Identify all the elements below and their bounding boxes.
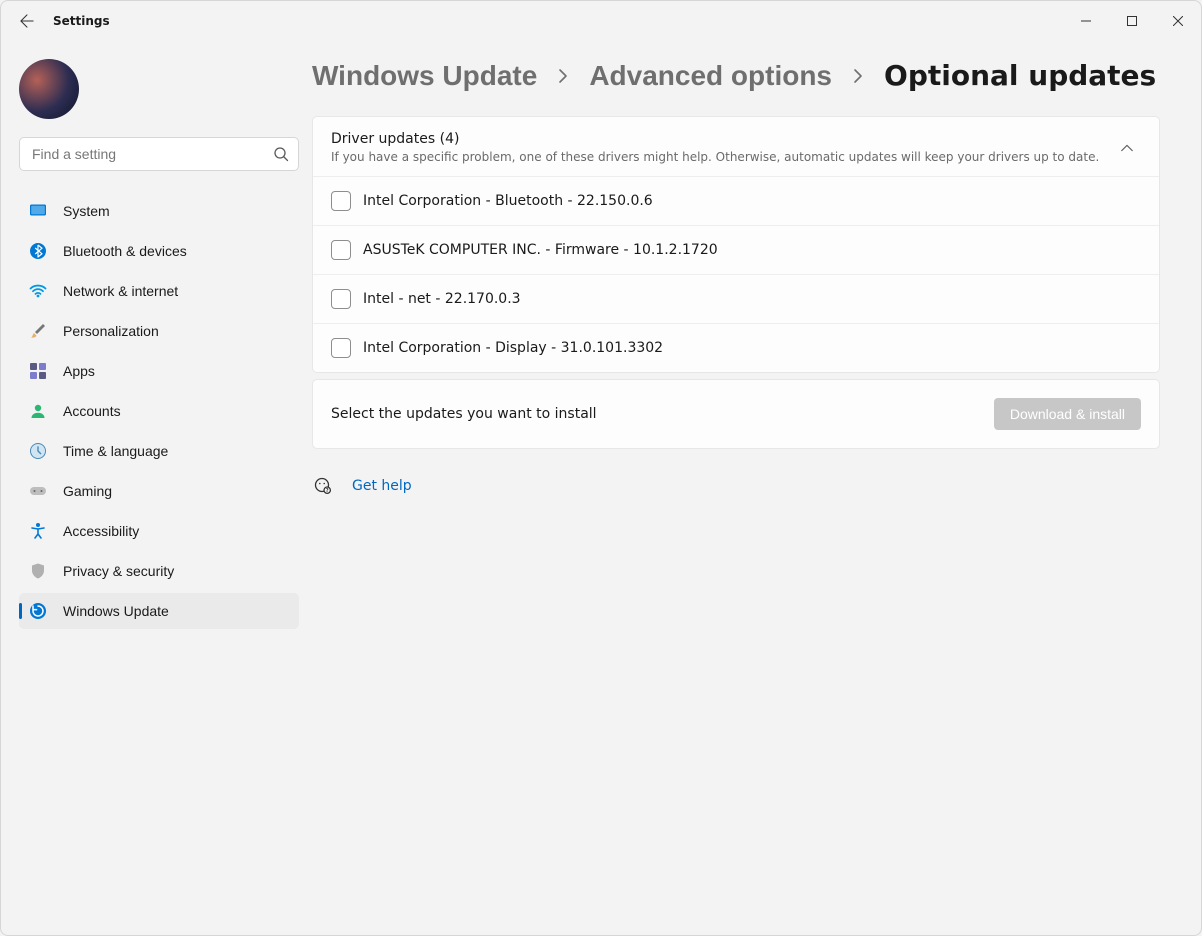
sidebar-item-label: Gaming xyxy=(63,483,112,499)
get-help-link[interactable]: Get help xyxy=(352,478,412,494)
maximize-button[interactable] xyxy=(1109,5,1155,37)
sidebar-item-label: Windows Update xyxy=(63,603,169,619)
driver-item: Intel - net - 22.170.0.3 xyxy=(313,274,1159,323)
sidebar-item-label: Personalization xyxy=(63,323,159,339)
driver-checkbox[interactable] xyxy=(331,240,351,260)
driver-updates-card: Driver updates (4) If you have a specifi… xyxy=(312,116,1160,373)
driver-label: Intel Corporation - Bluetooth - 22.150.0… xyxy=(363,193,653,209)
sidebar-item-windows-update[interactable]: Windows Update xyxy=(19,593,299,629)
person-icon xyxy=(29,402,47,420)
driver-updates-title: Driver updates (4) xyxy=(331,131,1099,147)
wifi-icon xyxy=(29,282,47,300)
sidebar-item-personalization[interactable]: Personalization xyxy=(19,313,299,349)
avatar xyxy=(19,59,79,119)
settings-window: Settings System xyxy=(0,0,1202,936)
profile-block[interactable] xyxy=(19,51,301,137)
minimize-button[interactable] xyxy=(1063,5,1109,37)
driver-label: ASUSTeK COMPUTER INC. - Firmware - 10.1.… xyxy=(363,242,718,258)
update-icon xyxy=(29,602,47,620)
gamepad-icon xyxy=(29,482,47,500)
sidebar-item-label: Network & internet xyxy=(63,283,178,299)
app-body: System Bluetooth & devices Network & int… xyxy=(1,41,1201,935)
display-icon xyxy=(29,202,47,220)
driver-updates-header-text: Driver updates (4) If you have a specifi… xyxy=(331,131,1099,164)
chevron-up-icon xyxy=(1117,138,1137,158)
driver-item: Intel Corporation - Display - 31.0.101.3… xyxy=(313,323,1159,372)
driver-checkbox[interactable] xyxy=(331,338,351,358)
driver-updates-subtitle: If you have a specific problem, one of t… xyxy=(331,150,1099,164)
titlebar: Settings xyxy=(1,1,1201,41)
sidebar-item-label: Time & language xyxy=(63,443,168,459)
driver-item: ASUSTeK COMPUTER INC. - Firmware - 10.1.… xyxy=(313,225,1159,274)
minimize-icon xyxy=(1081,16,1091,26)
sidebar-item-apps[interactable]: Apps xyxy=(19,353,299,389)
chevron-right-icon xyxy=(555,68,571,84)
search-icon xyxy=(273,146,289,162)
main-stack: Windows Update Advanced options Optional… xyxy=(312,59,1160,495)
sidebar: System Bluetooth & devices Network & int… xyxy=(1,41,309,935)
paintbrush-icon xyxy=(29,322,47,340)
sidebar-item-system[interactable]: System xyxy=(19,193,299,229)
help-row: ? Get help xyxy=(312,477,1160,495)
sidebar-item-label: Accessibility xyxy=(63,523,139,539)
driver-checkbox[interactable] xyxy=(331,191,351,211)
accessibility-icon xyxy=(29,522,47,540)
clock-icon xyxy=(29,442,47,460)
driver-label: Intel Corporation - Display - 31.0.101.3… xyxy=(363,340,663,356)
breadcrumb: Windows Update Advanced options Optional… xyxy=(312,59,1160,92)
sidebar-item-label: Privacy & security xyxy=(63,563,174,579)
sidebar-item-label: Bluetooth & devices xyxy=(63,243,187,259)
install-message: Select the updates you want to install xyxy=(331,406,597,422)
sidebar-item-time-language[interactable]: Time & language xyxy=(19,433,299,469)
sidebar-item-network[interactable]: Network & internet xyxy=(19,273,299,309)
driver-checkbox[interactable] xyxy=(331,289,351,309)
content: Windows Update Advanced options Optional… xyxy=(309,41,1201,935)
window-title: Settings xyxy=(53,14,110,28)
maximize-icon xyxy=(1127,16,1137,26)
sidebar-item-accessibility[interactable]: Accessibility xyxy=(19,513,299,549)
breadcrumb-windows-update[interactable]: Windows Update xyxy=(312,60,537,92)
window-controls xyxy=(1063,5,1201,37)
sidebar-item-label: Apps xyxy=(63,363,95,379)
sidebar-item-gaming[interactable]: Gaming xyxy=(19,473,299,509)
back-button[interactable] xyxy=(15,9,39,33)
help-icon: ? xyxy=(314,477,332,495)
titlebar-left: Settings xyxy=(15,9,110,33)
sidebar-item-label: Accounts xyxy=(63,403,121,419)
svg-text:?: ? xyxy=(326,488,329,494)
driver-item: Intel Corporation - Bluetooth - 22.150.0… xyxy=(313,176,1159,225)
sidebar-item-bluetooth[interactable]: Bluetooth & devices xyxy=(19,233,299,269)
sidebar-item-privacy[interactable]: Privacy & security xyxy=(19,553,299,589)
sidebar-item-label: System xyxy=(63,203,110,219)
close-button[interactable] xyxy=(1155,5,1201,37)
close-icon xyxy=(1173,16,1183,26)
sidebar-item-accounts[interactable]: Accounts xyxy=(19,393,299,429)
shield-icon xyxy=(29,562,47,580)
driver-label: Intel - net - 22.170.0.3 xyxy=(363,291,521,307)
bluetooth-icon xyxy=(29,242,47,260)
chevron-right-icon xyxy=(850,68,866,84)
nav-list: System Bluetooth & devices Network & int… xyxy=(19,193,301,629)
apps-icon xyxy=(29,362,47,380)
search-input[interactable] xyxy=(19,137,299,171)
download-install-button[interactable]: Download & install xyxy=(994,398,1141,430)
search-wrap xyxy=(19,137,299,171)
breadcrumb-advanced-options[interactable]: Advanced options xyxy=(589,60,832,92)
arrow-left-icon xyxy=(20,14,34,28)
install-footer: Select the updates you want to install D… xyxy=(312,379,1160,449)
driver-updates-header[interactable]: Driver updates (4) If you have a specifi… xyxy=(313,117,1159,176)
breadcrumb-optional-updates: Optional updates xyxy=(884,59,1156,92)
